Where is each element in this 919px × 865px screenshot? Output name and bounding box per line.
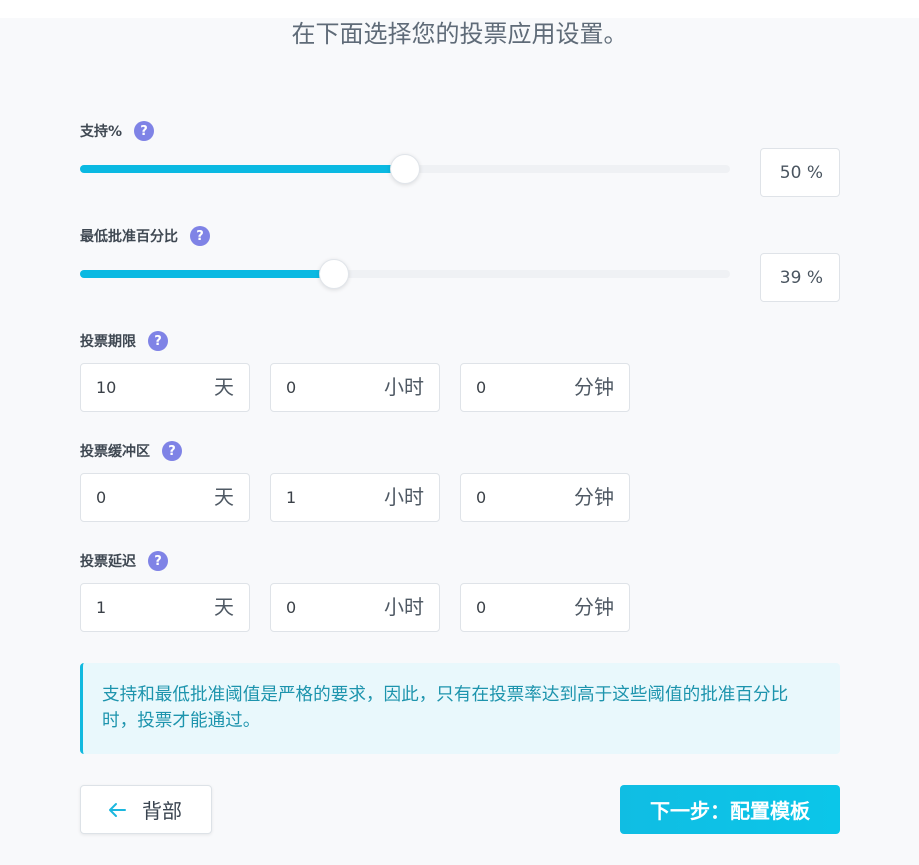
page-title: 在下面选择您的投票应用设置。 (291, 20, 628, 48)
next-button-label: 下一步：配置模板 (650, 799, 810, 823)
vote-delay-days-field[interactable]: 天 (80, 583, 250, 632)
help-icon[interactable]: ? (190, 226, 210, 246)
unit-label: 天 (214, 485, 234, 509)
vote-delay-days-input[interactable] (81, 584, 191, 631)
vote-duration-label: 投票期限 (80, 334, 136, 350)
min-approval-slider[interactable] (80, 259, 730, 289)
vote-duration-days-field[interactable]: 天 (80, 363, 250, 412)
back-button[interactable]: 背部 (80, 785, 212, 834)
vote-delay-minutes-input[interactable] (461, 584, 571, 631)
help-icon[interactable]: ? (162, 441, 182, 461)
unit-label: 分钟 (574, 375, 614, 399)
back-button-label: 背部 (142, 799, 182, 823)
support-slider[interactable] (80, 154, 730, 184)
slider-handle[interactable] (390, 154, 420, 184)
vote-duration-minutes-input[interactable] (461, 364, 571, 411)
unit-label: 分钟 (574, 595, 614, 619)
unit-label: 天 (214, 375, 234, 399)
vote-buffer-minutes-input[interactable] (461, 474, 571, 521)
info-notice: 支持和最低批准阈值是严格的要求，因此，只有在投票率达到高于这些阈值的批准百分比时… (80, 663, 840, 754)
info-notice-text: 支持和最低批准阈值是严格的要求，因此，只有在投票率达到高于这些阈值的批准百分比时… (102, 685, 789, 731)
vote-delay-label-row: 投票延迟 ? (80, 550, 168, 572)
min-approval-value: 39 % (779, 267, 823, 288)
unit-label: 天 (214, 595, 234, 619)
arrow-left-icon (106, 799, 128, 821)
unit-label: 小时 (384, 485, 424, 509)
help-icon[interactable]: ? (148, 331, 168, 351)
unit-label: 小时 (384, 595, 424, 619)
vote-duration-days-input[interactable] (81, 364, 191, 411)
vote-duration-hours-field[interactable]: 小时 (270, 363, 440, 412)
slider-handle[interactable] (318, 259, 349, 289)
vote-buffer-hours-input[interactable] (271, 474, 381, 521)
next-configure-template-button[interactable]: 下一步：配置模板 (620, 785, 840, 834)
vote-buffer-label: 投票缓冲区 (80, 444, 150, 460)
min-approval-label-row: 最低批准百分比 ? (80, 225, 210, 247)
vote-delay-hours-input[interactable] (271, 584, 381, 631)
help-icon[interactable]: ? (148, 551, 168, 571)
support-value-input[interactable]: 50 % (760, 148, 840, 197)
support-label: 支持% (80, 124, 123, 140)
vote-duration-hours-input[interactable] (271, 364, 381, 411)
vote-buffer-minutes-field[interactable]: 分钟 (460, 473, 630, 522)
vote-buffer-days-field[interactable]: 天 (80, 473, 250, 522)
top-bar (0, 0, 919, 18)
vote-buffer-label-row: 投票缓冲区 ? (80, 440, 182, 462)
unit-label: 小时 (384, 375, 424, 399)
unit-label: 分钟 (574, 485, 614, 509)
vote-duration-minutes-field[interactable]: 分钟 (460, 363, 630, 412)
slider-fill (80, 165, 405, 173)
vote-delay-label: 投票延迟 (80, 554, 136, 570)
support-label-row: 支持% ? (80, 120, 155, 142)
vote-buffer-days-input[interactable] (81, 474, 191, 521)
support-value: 50 % (779, 162, 823, 183)
min-approval-value-input[interactable]: 39 % (760, 253, 840, 302)
vote-duration-label-row: 投票期限 ? (80, 330, 168, 352)
min-approval-label: 最低批准百分比 (80, 229, 178, 245)
slider-fill (80, 270, 334, 278)
vote-delay-hours-field[interactable]: 小时 (270, 583, 440, 632)
vote-delay-minutes-field[interactable]: 分钟 (460, 583, 630, 632)
vote-buffer-hours-field[interactable]: 小时 (270, 473, 440, 522)
help-icon[interactable]: ? (134, 121, 155, 141)
